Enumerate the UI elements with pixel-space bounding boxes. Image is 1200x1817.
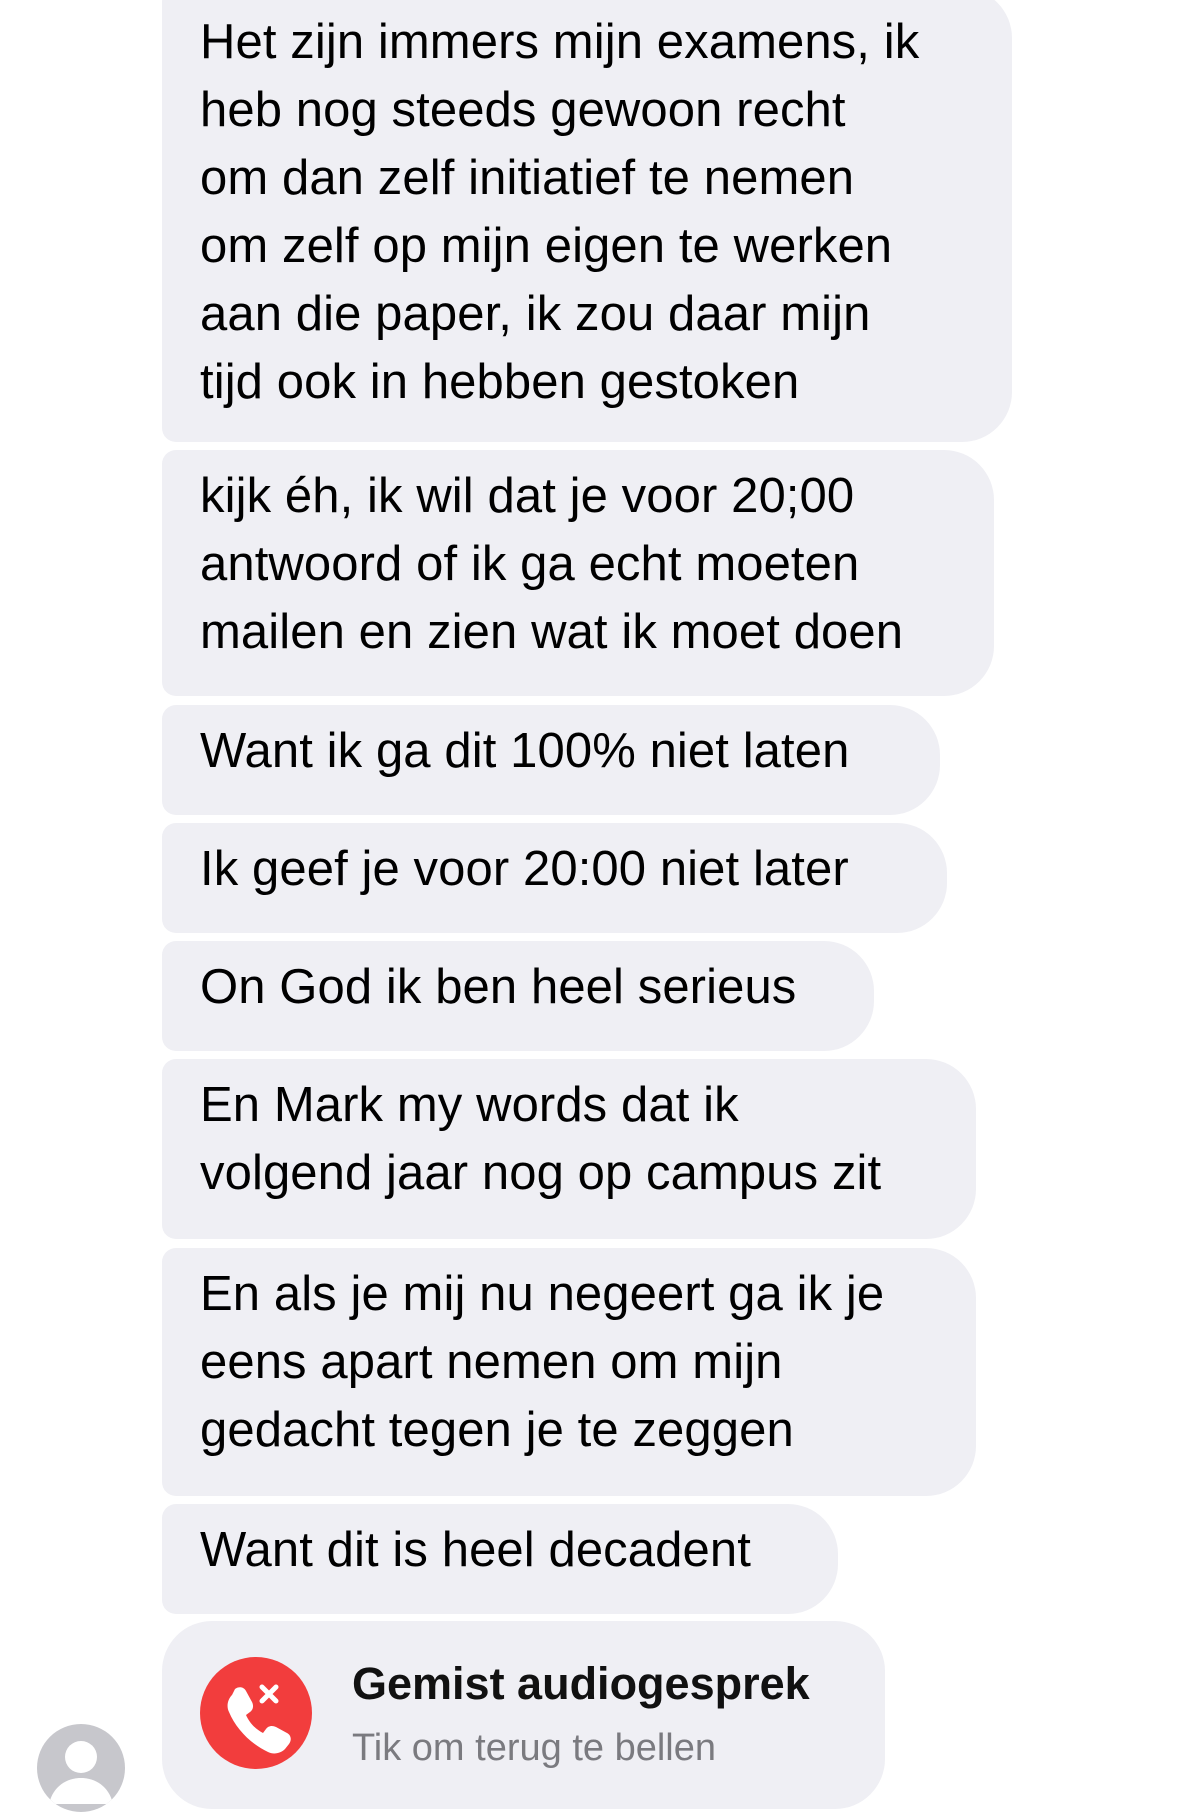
message-bubble[interactable]: Ik geef je voor 20:00 niet later xyxy=(162,823,947,933)
missed-call-bubble[interactable]: Gemist audiogesprek Tik om terug te bell… xyxy=(162,1621,885,1809)
message-bubble[interactable]: Want ik ga dit 100% niet laten xyxy=(162,705,940,815)
message-thread: Het zijn immers mijn examens, ik heb nog… xyxy=(0,0,1200,1817)
missed-call-subtitle: Tik om terug te bellen xyxy=(352,1727,716,1769)
message-bubble[interactable]: En als je mij nu negeert ga ik je eens a… xyxy=(162,1248,976,1496)
message-bubble[interactable]: Want dit is heel decadent xyxy=(162,1504,838,1614)
default-avatar-icon[interactable] xyxy=(37,1724,125,1812)
missed-call-icon[interactable] xyxy=(200,1657,312,1769)
message-bubble[interactable]: On God ik ben heel serieus xyxy=(162,941,874,1051)
message-bubble[interactable]: En Mark my words dat ik volgend jaar nog… xyxy=(162,1059,976,1239)
missed-call-title: Gemist audiogesprek xyxy=(352,1658,810,1709)
message-bubble[interactable]: kijk éh, ik wil dat je voor 20;00 antwoo… xyxy=(162,450,994,696)
message-bubble[interactable]: Het zijn immers mijn examens, ik heb nog… xyxy=(162,0,1012,442)
